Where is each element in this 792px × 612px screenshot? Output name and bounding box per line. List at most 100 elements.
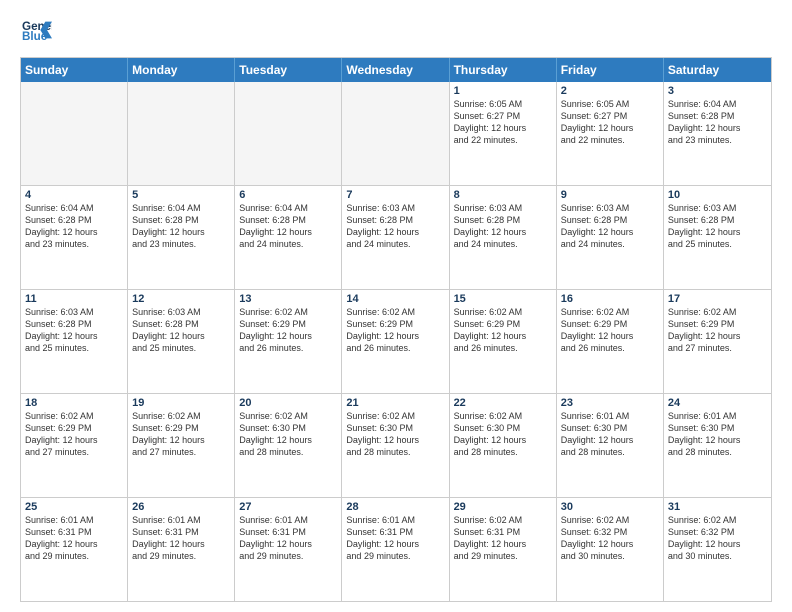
cal-cell-6: 6Sunrise: 6:04 AM Sunset: 6:28 PM Daylig… — [235, 186, 342, 289]
day-number: 8 — [454, 189, 552, 201]
cal-cell-18: 18Sunrise: 6:02 AM Sunset: 6:29 PM Dayli… — [21, 394, 128, 497]
cell-info: Sunrise: 6:04 AM Sunset: 6:28 PM Dayligh… — [25, 202, 123, 251]
day-number: 9 — [561, 189, 659, 201]
week-row-1: 4Sunrise: 6:04 AM Sunset: 6:28 PM Daylig… — [21, 185, 771, 289]
week-row-2: 11Sunrise: 6:03 AM Sunset: 6:28 PM Dayli… — [21, 289, 771, 393]
day-number: 17 — [668, 293, 767, 305]
day-number: 15 — [454, 293, 552, 305]
day-number: 22 — [454, 397, 552, 409]
cal-cell-31: 31Sunrise: 6:02 AM Sunset: 6:32 PM Dayli… — [664, 498, 771, 601]
day-number: 6 — [239, 189, 337, 201]
cell-info: Sunrise: 6:03 AM Sunset: 6:28 PM Dayligh… — [668, 202, 767, 251]
day-number: 24 — [668, 397, 767, 409]
cell-info: Sunrise: 6:01 AM Sunset: 6:30 PM Dayligh… — [668, 410, 767, 459]
day-number: 12 — [132, 293, 230, 305]
cal-cell-4: 4Sunrise: 6:04 AM Sunset: 6:28 PM Daylig… — [21, 186, 128, 289]
day-number: 19 — [132, 397, 230, 409]
day-number: 3 — [668, 85, 767, 97]
cell-info: Sunrise: 6:02 AM Sunset: 6:32 PM Dayligh… — [668, 514, 767, 563]
cell-info: Sunrise: 6:04 AM Sunset: 6:28 PM Dayligh… — [132, 202, 230, 251]
cell-info: Sunrise: 6:02 AM Sunset: 6:30 PM Dayligh… — [346, 410, 444, 459]
day-number: 13 — [239, 293, 337, 305]
cell-info: Sunrise: 6:02 AM Sunset: 6:29 PM Dayligh… — [239, 306, 337, 355]
header-friday: Friday — [557, 58, 664, 82]
cal-cell-11: 11Sunrise: 6:03 AM Sunset: 6:28 PM Dayli… — [21, 290, 128, 393]
cal-cell-19: 19Sunrise: 6:02 AM Sunset: 6:29 PM Dayli… — [128, 394, 235, 497]
header: General Blue — [20, 18, 772, 47]
cal-cell-20: 20Sunrise: 6:02 AM Sunset: 6:30 PM Dayli… — [235, 394, 342, 497]
cal-cell-25: 25Sunrise: 6:01 AM Sunset: 6:31 PM Dayli… — [21, 498, 128, 601]
week-row-4: 25Sunrise: 6:01 AM Sunset: 6:31 PM Dayli… — [21, 497, 771, 601]
cal-cell-empty-0-3 — [342, 82, 449, 185]
header-thursday: Thursday — [450, 58, 557, 82]
cal-cell-10: 10Sunrise: 6:03 AM Sunset: 6:28 PM Dayli… — [664, 186, 771, 289]
cell-info: Sunrise: 6:02 AM Sunset: 6:30 PM Dayligh… — [454, 410, 552, 459]
cal-cell-empty-0-0 — [21, 82, 128, 185]
cal-cell-8: 8Sunrise: 6:03 AM Sunset: 6:28 PM Daylig… — [450, 186, 557, 289]
cell-info: Sunrise: 6:01 AM Sunset: 6:30 PM Dayligh… — [561, 410, 659, 459]
cal-cell-21: 21Sunrise: 6:02 AM Sunset: 6:30 PM Dayli… — [342, 394, 449, 497]
header-monday: Monday — [128, 58, 235, 82]
cal-cell-13: 13Sunrise: 6:02 AM Sunset: 6:29 PM Dayli… — [235, 290, 342, 393]
cell-info: Sunrise: 6:04 AM Sunset: 6:28 PM Dayligh… — [668, 98, 767, 147]
cell-info: Sunrise: 6:01 AM Sunset: 6:31 PM Dayligh… — [25, 514, 123, 563]
header-wednesday: Wednesday — [342, 58, 449, 82]
cal-cell-24: 24Sunrise: 6:01 AM Sunset: 6:30 PM Dayli… — [664, 394, 771, 497]
cal-cell-28: 28Sunrise: 6:01 AM Sunset: 6:31 PM Dayli… — [342, 498, 449, 601]
cal-cell-3: 3Sunrise: 6:04 AM Sunset: 6:28 PM Daylig… — [664, 82, 771, 185]
cal-cell-30: 30Sunrise: 6:02 AM Sunset: 6:32 PM Dayli… — [557, 498, 664, 601]
cell-info: Sunrise: 6:02 AM Sunset: 6:29 PM Dayligh… — [25, 410, 123, 459]
cell-info: Sunrise: 6:05 AM Sunset: 6:27 PM Dayligh… — [454, 98, 552, 147]
day-number: 11 — [25, 293, 123, 305]
cell-info: Sunrise: 6:03 AM Sunset: 6:28 PM Dayligh… — [25, 306, 123, 355]
cell-info: Sunrise: 6:02 AM Sunset: 6:29 PM Dayligh… — [132, 410, 230, 459]
cal-cell-22: 22Sunrise: 6:02 AM Sunset: 6:30 PM Dayli… — [450, 394, 557, 497]
day-number: 18 — [25, 397, 123, 409]
day-number: 31 — [668, 501, 767, 513]
cell-info: Sunrise: 6:05 AM Sunset: 6:27 PM Dayligh… — [561, 98, 659, 147]
cal-cell-empty-0-2 — [235, 82, 342, 185]
cell-info: Sunrise: 6:02 AM Sunset: 6:32 PM Dayligh… — [561, 514, 659, 563]
header-saturday: Saturday — [664, 58, 771, 82]
logo-icon: General Blue — [22, 18, 52, 42]
cell-info: Sunrise: 6:04 AM Sunset: 6:28 PM Dayligh… — [239, 202, 337, 251]
cal-cell-26: 26Sunrise: 6:01 AM Sunset: 6:31 PM Dayli… — [128, 498, 235, 601]
day-number: 26 — [132, 501, 230, 513]
cal-cell-2: 2Sunrise: 6:05 AM Sunset: 6:27 PM Daylig… — [557, 82, 664, 185]
cell-info: Sunrise: 6:02 AM Sunset: 6:29 PM Dayligh… — [561, 306, 659, 355]
day-number: 23 — [561, 397, 659, 409]
day-number: 16 — [561, 293, 659, 305]
cal-cell-empty-0-1 — [128, 82, 235, 185]
day-number: 4 — [25, 189, 123, 201]
header-sunday: Sunday — [21, 58, 128, 82]
cell-info: Sunrise: 6:01 AM Sunset: 6:31 PM Dayligh… — [239, 514, 337, 563]
day-number: 14 — [346, 293, 444, 305]
day-number: 21 — [346, 397, 444, 409]
calendar: SundayMondayTuesdayWednesdayThursdayFrid… — [20, 57, 772, 602]
calendar-body: 1Sunrise: 6:05 AM Sunset: 6:27 PM Daylig… — [21, 82, 771, 601]
cell-info: Sunrise: 6:01 AM Sunset: 6:31 PM Dayligh… — [132, 514, 230, 563]
day-number: 28 — [346, 501, 444, 513]
cal-cell-15: 15Sunrise: 6:02 AM Sunset: 6:29 PM Dayli… — [450, 290, 557, 393]
cal-cell-16: 16Sunrise: 6:02 AM Sunset: 6:29 PM Dayli… — [557, 290, 664, 393]
cell-info: Sunrise: 6:02 AM Sunset: 6:29 PM Dayligh… — [346, 306, 444, 355]
cal-cell-7: 7Sunrise: 6:03 AM Sunset: 6:28 PM Daylig… — [342, 186, 449, 289]
cell-info: Sunrise: 6:01 AM Sunset: 6:31 PM Dayligh… — [346, 514, 444, 563]
cal-cell-27: 27Sunrise: 6:01 AM Sunset: 6:31 PM Dayli… — [235, 498, 342, 601]
cell-info: Sunrise: 6:03 AM Sunset: 6:28 PM Dayligh… — [346, 202, 444, 251]
cell-info: Sunrise: 6:03 AM Sunset: 6:28 PM Dayligh… — [132, 306, 230, 355]
day-number: 27 — [239, 501, 337, 513]
day-number: 5 — [132, 189, 230, 201]
cal-cell-23: 23Sunrise: 6:01 AM Sunset: 6:30 PM Dayli… — [557, 394, 664, 497]
week-row-0: 1Sunrise: 6:05 AM Sunset: 6:27 PM Daylig… — [21, 82, 771, 185]
cell-info: Sunrise: 6:02 AM Sunset: 6:31 PM Dayligh… — [454, 514, 552, 563]
day-number: 2 — [561, 85, 659, 97]
day-number: 10 — [668, 189, 767, 201]
day-number: 7 — [346, 189, 444, 201]
day-number: 25 — [25, 501, 123, 513]
cal-cell-29: 29Sunrise: 6:02 AM Sunset: 6:31 PM Dayli… — [450, 498, 557, 601]
week-row-3: 18Sunrise: 6:02 AM Sunset: 6:29 PM Dayli… — [21, 393, 771, 497]
cal-cell-5: 5Sunrise: 6:04 AM Sunset: 6:28 PM Daylig… — [128, 186, 235, 289]
day-number: 29 — [454, 501, 552, 513]
logo: General Blue — [20, 18, 58, 47]
